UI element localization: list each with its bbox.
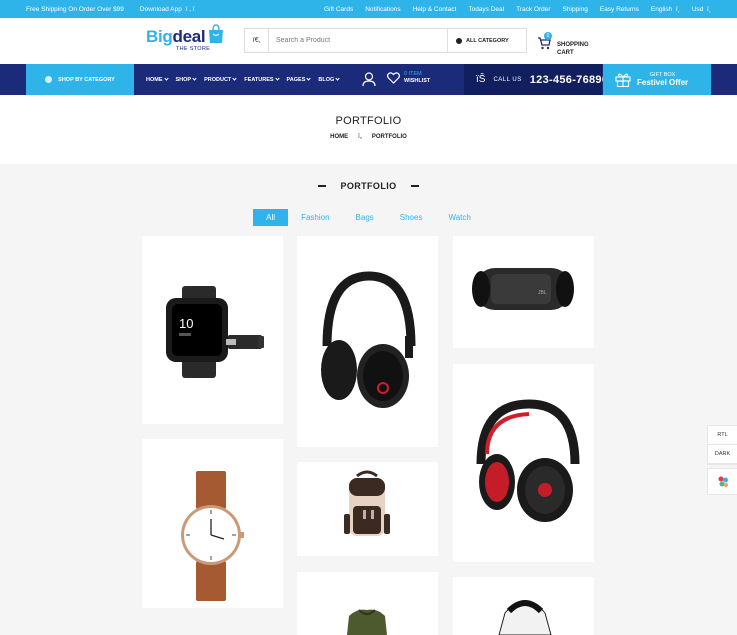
topbar-link-notifications[interactable]: Notifications [365, 6, 400, 13]
rtl-toggle[interactable]: RTL [708, 426, 737, 445]
chevron-down-icon [274, 76, 280, 81]
logo-deal: deal [172, 27, 206, 46]
section-title: PORTFOLIO [0, 181, 737, 191]
menu-item-shop[interactable]: SHOP [176, 76, 197, 83]
search-icon[interactable]: ï€‚ [245, 29, 269, 52]
search-bar: ï€‚ ALL CATEGORY [244, 28, 527, 53]
chevron-down-icon [335, 76, 340, 81]
portfolio-item[interactable]: 10 [142, 236, 283, 424]
menu-item-home[interactable]: HOME [146, 76, 169, 83]
logo-big: Big [146, 27, 173, 46]
section-title-text: PORTFOLIO [340, 181, 397, 191]
category-select-label: ALL CATEGORY [466, 37, 509, 44]
topbar-link-gift-cards[interactable]: Gift Cards [324, 6, 353, 13]
speaker-icon: JBL [472, 268, 574, 310]
topbar-link-help[interactable]: Help & Contact [413, 6, 457, 13]
breadcrumb-home[interactable]: HOME [330, 134, 348, 140]
free-shipping-text: Free Shipping On Order Over $99 [26, 5, 124, 13]
analog-watch-icon [181, 471, 244, 601]
topbar-link-track-order[interactable]: Track Order [516, 6, 550, 13]
filter-watch[interactable]: Watch [435, 209, 483, 226]
language-select[interactable]: English ï¸ [651, 6, 680, 13]
portfolio-item[interactable] [297, 572, 438, 635]
headphones-red-icon [476, 399, 580, 522]
main-nav: SHOP BY CATEGORY HOME SHOP PRODUCT FEATU… [0, 64, 737, 95]
currency-select[interactable]: Usd ï¸ [692, 6, 711, 13]
menu-bar: HOME SHOP PRODUCT FEATURES PAGES BLOG [146, 64, 340, 95]
cart-label-line1: SHOPPING [557, 42, 589, 48]
shopping-cart[interactable]: 0 SHOPPING CART [537, 25, 589, 57]
shop-by-category-button[interactable]: SHOP BY CATEGORY [26, 64, 134, 95]
filter-all[interactable]: All [253, 209, 289, 226]
gift-box-offer[interactable]: GIFT BOX Festivel Offer [603, 64, 711, 95]
topbar-link-shipping[interactable]: Shipping [563, 6, 588, 13]
backpack-icon [344, 470, 390, 536]
breadcrumb-separator-icon: ï„ [358, 134, 362, 140]
filter-shoes[interactable]: Shoes [387, 209, 436, 226]
menu-item-blog[interactable]: BLOG [318, 76, 340, 83]
menu-item-product[interactable]: PRODUCT [204, 76, 237, 83]
call-number: 123-456-76890 [529, 73, 609, 86]
smartwatch-icon: 10 [166, 286, 264, 378]
breadcrumb: HOME ï„ PORTFOLIO [0, 134, 737, 140]
phone-icon: ïŠ [476, 74, 486, 85]
color-picker-button[interactable] [707, 468, 737, 495]
search-input[interactable] [269, 30, 447, 51]
jacket-icon [347, 609, 387, 635]
filter-fashion[interactable]: Fashion [288, 209, 342, 226]
chevron-down-icon [192, 76, 197, 81]
wishlist-count: 0 ITEM [404, 71, 422, 77]
dark-mode-toggle[interactable]: DARK [708, 445, 737, 464]
gift-icon [615, 73, 631, 87]
filter-bags[interactable]: Bags [343, 209, 387, 226]
logo-tagline: THE STORE [176, 46, 211, 52]
portfolio-item[interactable] [297, 236, 438, 447]
festive-offer-label: Festivel Offer [637, 78, 689, 87]
shop-by-category-label: SHOP BY CATEGORY [58, 76, 115, 83]
title-dash-right [410, 185, 419, 187]
download-app-link[interactable]: Download App ï , ï [140, 6, 195, 13]
side-tools: RTL DARK [707, 425, 737, 465]
topbar-link-easy-returns[interactable]: Easy Returns [600, 6, 639, 13]
hoodie-icon [498, 600, 552, 635]
menu-item-features[interactable]: FEATURES [244, 76, 280, 83]
user-icon[interactable] [362, 72, 376, 87]
portfolio-item[interactable] [453, 364, 594, 562]
palette-icon [718, 476, 728, 487]
title-dash-left [318, 185, 327, 187]
wishlist-link[interactable]: 0 ITEM WISHLIST [387, 71, 430, 85]
chevron-down-icon [163, 76, 169, 81]
page-banner: PORTFOLIO HOME ï„ PORTFOLIO [0, 95, 737, 164]
category-select[interactable]: ALL CATEGORY [447, 29, 526, 52]
wishlist-label: WISHLIST [404, 78, 431, 84]
portfolio-item[interactable] [297, 462, 438, 556]
breadcrumb-current: PORTFOLIO [371, 134, 407, 140]
heart-icon [387, 72, 400, 84]
shopping-bag-icon [209, 24, 224, 43]
svg-text:10: 10 [179, 316, 193, 331]
cart-count-badge: 0 [544, 32, 552, 40]
site-logo[interactable]: Bigdeal THE STORE [146, 24, 225, 52]
category-dot-icon [456, 37, 462, 44]
category-icon [45, 76, 53, 83]
topbar-link-todays-deal[interactable]: Todays Deal [468, 6, 504, 13]
chevron-down-icon [232, 76, 237, 81]
portfolio-item[interactable] [142, 439, 283, 608]
top-bar: Free Shipping On Order Over $99 Download… [0, 0, 737, 18]
call-us-label: CALL US [493, 76, 522, 83]
portfolio-filters: All Fashion Bags Shoes Watch [0, 209, 737, 226]
svg-text:JBL: JBL [538, 290, 547, 296]
chevron-down-icon [306, 76, 312, 81]
headphones-icon [321, 271, 416, 408]
header: Bigdeal THE STORE ï€‚ ALL CATEGORY 0 SHO… [0, 18, 737, 64]
cart-label-line2: CART [557, 50, 574, 56]
page-title: PORTFOLIO [335, 115, 402, 127]
portfolio-item[interactable]: JBL [453, 236, 594, 348]
portfolio-item[interactable] [453, 577, 594, 635]
menu-item-pages[interactable]: PAGES [287, 76, 312, 83]
call-us-box[interactable]: ïŠ CALL US 123-456-76890 [464, 64, 608, 95]
